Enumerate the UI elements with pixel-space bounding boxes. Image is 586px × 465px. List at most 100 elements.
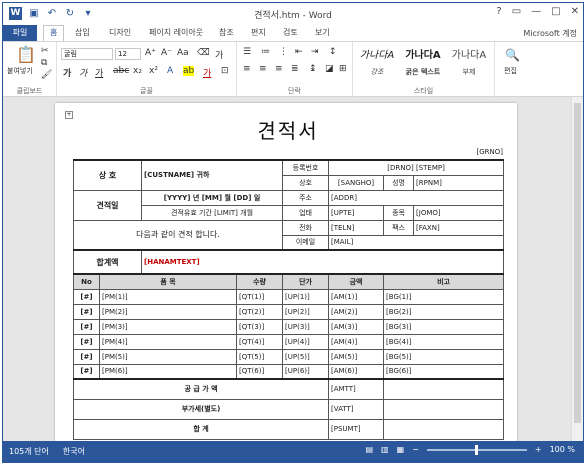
style-strong[interactable]: 가나다A 굵은 텍스트 (401, 46, 445, 78)
decrease-indent-icon[interactable]: ⇤ (295, 47, 303, 57)
vat-label: 부가세(별도) (72, 398, 330, 420)
shading-icon[interactable]: ◪ (325, 64, 334, 74)
justify-icon[interactable]: ≣ (291, 64, 299, 74)
tab-insert[interactable]: 삽입 (75, 27, 90, 38)
style-emphasis-preview: 가나다A (359, 50, 395, 61)
tab-references[interactable]: 참조 (219, 27, 234, 38)
highlight-icon[interactable]: ab (183, 66, 195, 76)
change-case-icon[interactable]: Aa (177, 48, 189, 58)
web-layout-icon[interactable]: ▦ (397, 445, 405, 454)
row-unit-price: [UP(5)] (282, 348, 330, 365)
zoom-slider[interactable] (426, 444, 527, 455)
maximize-button[interactable]: □ (551, 6, 560, 17)
tab-view[interactable]: 보기 (315, 27, 330, 38)
row-unit-price: [UP(1)] (282, 288, 330, 305)
shrink-font-icon[interactable]: A⁻ (161, 48, 172, 58)
help-button[interactable]: ? (496, 6, 501, 17)
sort-icon[interactable]: ↕ (329, 47, 337, 57)
sum-value: [PSUMT] (328, 418, 385, 440)
ribbon: 📋 붙여넣기 ✂ ⧉ 🖌 클립보드 굴림 12 A⁺ A⁻ Aa ⌫ 가 가 가… (3, 41, 583, 98)
row-amount: [AM(4)] (328, 333, 385, 350)
print-layout-icon[interactable]: ▥ (381, 445, 389, 454)
row-amount: [AM(1)] (328, 288, 385, 305)
paste-icon[interactable]: 📋 (15, 45, 37, 64)
multilevel-list-icon[interactable]: ⋮ (279, 47, 288, 57)
word-count[interactable]: 105개 단어 (9, 446, 49, 457)
cut-icon[interactable]: ✂ (41, 46, 49, 56)
font-group: 굴림 12 A⁺ A⁻ Aa ⌫ 가 가 가 가 abc x₂ x² A ab … (57, 42, 237, 98)
row-note: [BG(1)] (383, 288, 505, 305)
document-page[interactable]: + 견적서 [GRNO] 상 호 [CUSTNAME] 귀하 등록번호 [DRN… (55, 103, 517, 441)
tab-home[interactable]: 홈 (43, 25, 65, 42)
col-no: No (73, 273, 100, 290)
quote-title: 견적서 (257, 119, 319, 143)
bullets-icon[interactable]: ☰ (243, 47, 251, 57)
row-amount: [AM(2)] (328, 303, 385, 320)
row-qty: [QT(5)] (236, 348, 284, 365)
row-no: [#] (73, 333, 100, 350)
col-amount: 금액 (328, 273, 385, 290)
font-name-combo[interactable]: 굴림 (61, 48, 113, 60)
grow-font-icon[interactable]: A⁺ (145, 48, 156, 58)
styles-group: 가나다A 강조 가나다A 굵은 텍스트 가나다A 부제 스타일 (353, 42, 495, 98)
language-indicator[interactable]: 한국어 (63, 446, 85, 457)
tab-design[interactable]: 디자인 (109, 27, 131, 38)
tab-page-layout[interactable]: 페이지 레이아웃 (149, 27, 203, 38)
phonetic-guide-icon[interactable]: 가 (215, 48, 223, 61)
table-move-handle[interactable]: + (65, 111, 73, 119)
italic-icon[interactable]: 가 (79, 66, 87, 79)
account-button[interactable]: Microsoft 계정 (523, 28, 577, 39)
item-value: [JOMO] (413, 204, 505, 221)
find-icon[interactable]: 🔍 (505, 48, 520, 62)
table-row: [#] [PM(6)] [QT(6)] [UP(6)] [AM(6)] [BG(… (73, 363, 505, 380)
mail-value: [MAIL] (328, 234, 505, 251)
tab-file[interactable]: 파일 (3, 25, 37, 41)
row-item: [PM(6)] (98, 363, 238, 380)
edit-button[interactable]: 편집 (504, 66, 517, 76)
font-color-icon[interactable]: 가 (203, 66, 211, 79)
paste-button[interactable]: 붙여넣기 (7, 66, 33, 76)
bold-icon[interactable]: 가 (63, 66, 71, 79)
style-subtitle[interactable]: 가나다A 부제 (447, 46, 491, 78)
scrollbar-thumb[interactable] (574, 103, 581, 423)
row-qty: [QT(4)] (236, 333, 284, 350)
line-spacing-icon[interactable]: ↨ (309, 64, 317, 74)
zoom-out-icon[interactable]: − (412, 445, 419, 454)
text-effects-icon[interactable]: A (167, 66, 173, 76)
underline-icon[interactable]: 가 (95, 66, 103, 79)
char-border-icon[interactable]: ⊡ (221, 66, 229, 76)
borders-icon[interactable]: ⊞ (339, 64, 347, 74)
row-no: [#] (73, 318, 100, 335)
style-subtitle-preview: 가나다A (451, 50, 487, 61)
font-group-label: 글꼴 (140, 87, 153, 95)
zoom-in-icon[interactable]: + (535, 445, 542, 454)
vat-note (383, 398, 505, 420)
increase-indent-icon[interactable]: ⇥ (311, 47, 319, 57)
tab-mailings[interactable]: 편지 (251, 27, 266, 38)
ribbon-display-button[interactable]: ▭ (512, 6, 521, 17)
grno-field: [GRNO] (476, 148, 504, 156)
align-left-icon[interactable]: ≡ (243, 64, 251, 74)
strikethrough-icon[interactable]: abc (113, 66, 129, 76)
zoom-slider-knob[interactable] (474, 444, 478, 455)
copy-icon[interactable]: ⧉ (41, 58, 47, 68)
numbering-icon[interactable]: ≔ (261, 47, 270, 57)
format-painter-icon[interactable]: 🖌 (41, 70, 52, 80)
vertical-scrollbar[interactable] (571, 97, 583, 441)
tab-review[interactable]: 검토 (283, 27, 298, 38)
zoom-level[interactable]: 100 % (550, 445, 575, 454)
style-emphasis[interactable]: 가나다A 강조 (355, 46, 399, 78)
align-right-icon[interactable]: ≡ (275, 64, 283, 74)
align-center-icon[interactable]: ≡ (259, 64, 267, 74)
read-mode-icon[interactable]: ▤ (365, 445, 373, 454)
subscript-icon[interactable]: x₂ (133, 66, 142, 76)
row-note: [BG(4)] (383, 333, 505, 350)
sangho-label: 상호 (282, 174, 330, 191)
regno-label: 등록번호 (282, 159, 330, 176)
close-button[interactable]: ✕ (571, 6, 579, 17)
minimize-button[interactable]: — (531, 6, 541, 17)
clear-format-icon[interactable]: ⌫ (197, 48, 210, 58)
table-row: [#] [PM(4)] [QT(4)] [UP(4)] [AM(4)] [BG(… (73, 333, 505, 350)
font-size-combo[interactable]: 12 (115, 48, 141, 60)
superscript-icon[interactable]: x² (149, 66, 158, 76)
